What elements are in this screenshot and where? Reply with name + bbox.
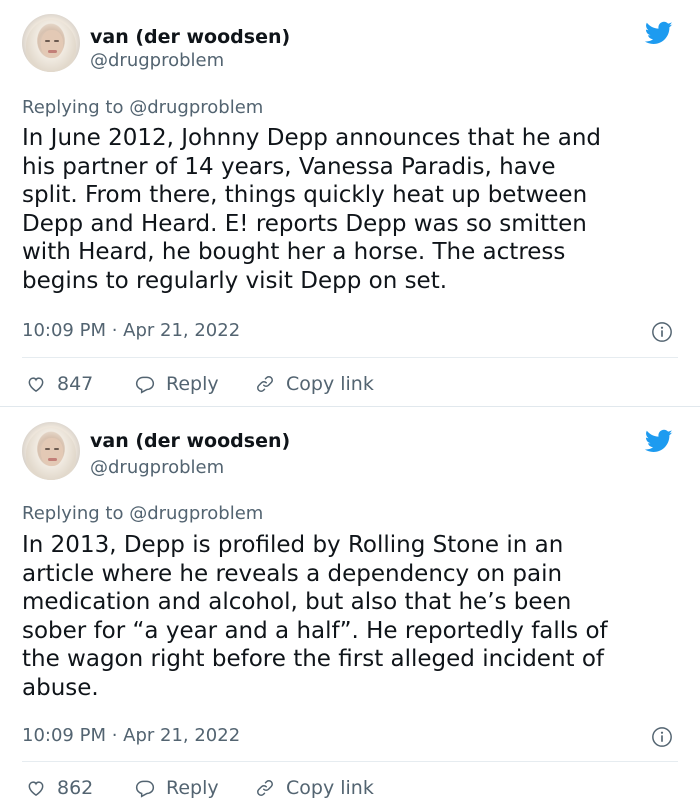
reply-icon xyxy=(135,780,155,798)
info-icon[interactable] xyxy=(651,321,673,343)
display-name[interactable]: van (der woodsen) xyxy=(90,430,290,452)
avatar-eye xyxy=(45,448,50,450)
twitter-bird-icon[interactable] xyxy=(643,427,675,455)
tweet-text: In 2013, Depp is profiled by Rolling Sto… xyxy=(22,532,608,701)
reply-button[interactable]: Reply xyxy=(135,777,219,799)
heart-icon xyxy=(28,377,44,392)
divider xyxy=(22,357,678,358)
link-icon xyxy=(257,376,273,392)
tweet-text: In June 2012, Johnny Depp announces that… xyxy=(22,125,601,294)
heart-icon xyxy=(28,781,44,796)
tweet-card[interactable]: van (der woodsen) @drugproblem Replying … xyxy=(0,407,700,806)
reply-label: Reply xyxy=(166,373,219,395)
avatar-eye xyxy=(54,40,59,42)
avatar-face xyxy=(41,438,63,466)
info-icon[interactable] xyxy=(651,726,673,748)
avatar-eye xyxy=(45,40,50,42)
like-count: 862 xyxy=(57,777,94,799)
like-button[interactable]: 847 xyxy=(26,373,93,395)
like-count: 847 xyxy=(57,373,94,395)
avatar-face xyxy=(41,30,63,58)
avatar[interactable] xyxy=(22,422,80,480)
copy-link-button[interactable]: Copy link xyxy=(255,777,374,799)
copy-link-button[interactable]: Copy link xyxy=(255,373,374,395)
link-icon xyxy=(257,780,273,796)
replying-to[interactable]: Replying to @drugproblem xyxy=(22,97,263,119)
display-name[interactable]: van (der woodsen) xyxy=(90,26,290,48)
user-handle[interactable]: @drugproblem xyxy=(90,457,224,479)
reply-icon xyxy=(135,376,155,394)
reply-label: Reply xyxy=(166,777,219,799)
like-button[interactable]: 862 xyxy=(26,777,93,799)
twitter-bird-icon[interactable] xyxy=(643,19,675,47)
divider xyxy=(22,761,678,762)
replying-to[interactable]: Replying to @drugproblem xyxy=(22,503,263,525)
user-handle[interactable]: @drugproblem xyxy=(90,50,224,72)
avatar[interactable] xyxy=(22,14,80,72)
tweet-card[interactable]: van (der woodsen) @drugproblem Replying … xyxy=(0,0,700,406)
tweet-timestamp[interactable]: 10:09 PM · Apr 21, 2022 xyxy=(22,725,240,747)
avatar-lips xyxy=(48,458,57,461)
tweet-timestamp[interactable]: 10:09 PM · Apr 21, 2022 xyxy=(22,320,240,342)
copy-link-label: Copy link xyxy=(286,777,374,799)
avatar-eye xyxy=(54,448,59,450)
reply-button[interactable]: Reply xyxy=(135,373,219,395)
copy-link-label: Copy link xyxy=(286,373,374,395)
avatar-lips xyxy=(48,50,57,53)
